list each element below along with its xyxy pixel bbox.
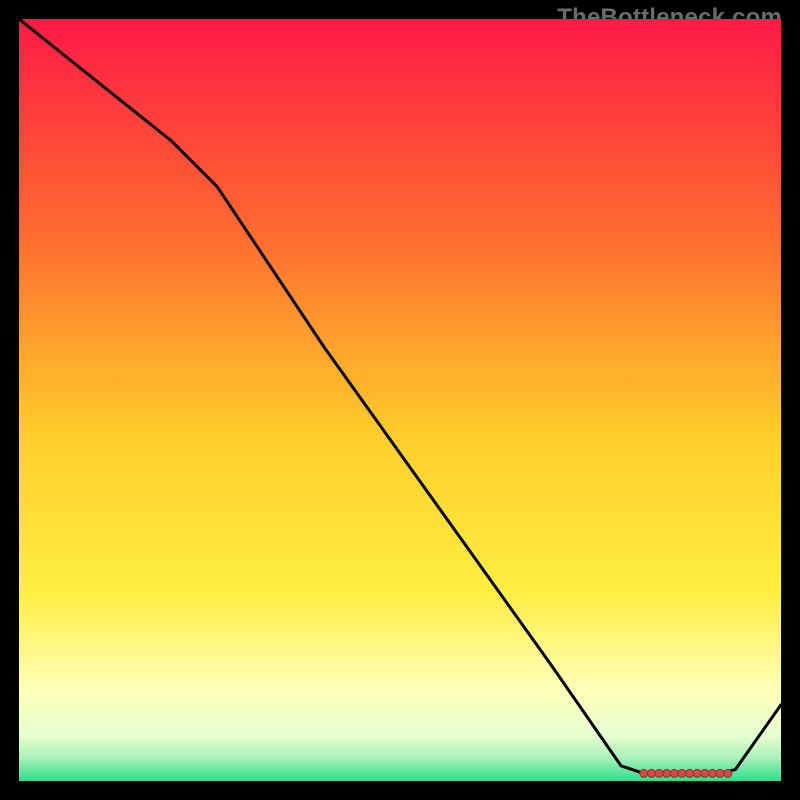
chart-svg <box>19 19 781 781</box>
marker-dot <box>655 769 663 777</box>
marker-dot <box>716 769 724 777</box>
marker-dot <box>701 769 709 777</box>
marker-dot <box>693 769 701 777</box>
marker-dot <box>678 769 686 777</box>
marker-dot <box>670 769 678 777</box>
chart-frame: TheBottleneck.com <box>0 0 800 800</box>
marker-dot <box>686 769 694 777</box>
marker-dot <box>640 769 648 777</box>
marker-dot <box>724 769 732 777</box>
plot-area <box>19 19 781 781</box>
gradient-background <box>19 19 781 781</box>
marker-dot <box>648 769 656 777</box>
marker-dot <box>663 769 671 777</box>
marker-dot <box>708 769 716 777</box>
